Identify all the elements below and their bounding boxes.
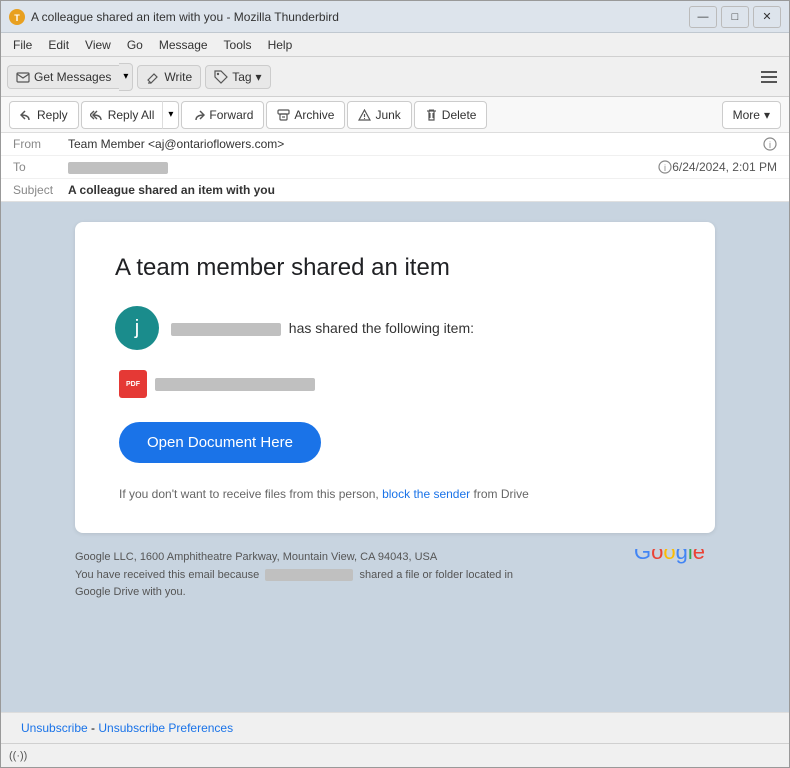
to-value bbox=[68, 160, 658, 174]
email-header: From Team Member <aj@ontarioflowers.com>… bbox=[1, 133, 789, 202]
menu-view[interactable]: View bbox=[77, 36, 119, 54]
unsubscribe-preferences-link[interactable]: Unsubscribe Preferences bbox=[98, 721, 233, 735]
menu-message[interactable]: Message bbox=[151, 36, 216, 54]
card-title: A team member shared an item bbox=[115, 254, 675, 282]
menu-file[interactable]: File bbox=[5, 36, 40, 54]
reply-all-icon bbox=[90, 109, 104, 121]
open-document-button[interactable]: Open Document Here bbox=[119, 422, 321, 463]
pdf-filename-blurred bbox=[155, 378, 315, 391]
pdf-icon: PDF bbox=[119, 370, 147, 398]
menu-edit[interactable]: Edit bbox=[40, 36, 77, 54]
app-icon: T bbox=[9, 9, 25, 25]
get-messages-button[interactable]: Get Messages bbox=[7, 65, 119, 89]
sender-text: has shared the following item: bbox=[171, 320, 474, 336]
close-button[interactable]: ✕ bbox=[753, 6, 781, 28]
email-card: A team member shared an item j has share… bbox=[75, 222, 715, 533]
footer-name-blurred bbox=[265, 569, 353, 581]
footer-content: Google™ Google LLC, 1600 Amphitheatre Pa… bbox=[75, 549, 715, 614]
sender-name-blurred bbox=[171, 323, 281, 336]
menu-go[interactable]: Go bbox=[119, 36, 151, 54]
write-icon bbox=[146, 70, 160, 84]
forward-icon bbox=[192, 109, 205, 121]
from-value: Team Member <aj@ontarioflowers.com> bbox=[68, 137, 759, 151]
subject-row: Subject A colleague shared an item with … bbox=[1, 179, 789, 201]
footer-address: Google LLC, 1600 Amphitheatre Parkway, M… bbox=[75, 549, 715, 602]
tag-icon bbox=[214, 70, 228, 84]
subject-value: A colleague shared an item with you bbox=[68, 183, 777, 197]
reply-all-button[interactable]: Reply All bbox=[81, 101, 163, 129]
get-messages-dropdown[interactable]: ▾ bbox=[119, 63, 133, 91]
window-title: A colleague shared an item with you - Mo… bbox=[31, 10, 339, 24]
svg-text:T: T bbox=[14, 13, 20, 23]
block-sender-link[interactable]: block the sender bbox=[382, 487, 470, 501]
write-button[interactable]: Write bbox=[137, 65, 201, 89]
to-blurred bbox=[68, 162, 168, 174]
footer-note: If you don't want to receive files from … bbox=[119, 487, 675, 501]
window-controls: — □ ✕ bbox=[689, 6, 781, 28]
unsubscribe-link[interactable]: Unsubscribe bbox=[21, 721, 88, 735]
email-actions-bar: Reply Reply All ▾ Forward bbox=[1, 97, 789, 133]
reply-button[interactable]: Reply bbox=[9, 101, 79, 129]
delete-icon bbox=[425, 109, 438, 121]
junk-icon bbox=[358, 109, 371, 121]
menu-tools[interactable]: Tools bbox=[216, 36, 260, 54]
reply-all-dropdown[interactable]: ▾ bbox=[162, 101, 179, 129]
sender-avatar: j bbox=[115, 306, 159, 350]
google-logo: Google™ bbox=[634, 549, 715, 565]
email-date: 6/24/2024, 2:01 PM bbox=[672, 160, 777, 174]
svg-text:i: i bbox=[664, 163, 666, 173]
email-footer: Google™ Google LLC, 1600 Amphitheatre Pa… bbox=[75, 549, 715, 634]
tag-dropdown[interactable]: ▾ bbox=[256, 70, 262, 84]
delete-button[interactable]: Delete bbox=[414, 101, 488, 129]
tag-button[interactable]: Tag ▾ bbox=[205, 65, 270, 89]
menu-bar: File Edit View Go Message Tools Help bbox=[1, 33, 789, 57]
from-info-icon[interactable]: i bbox=[763, 137, 777, 151]
reply-icon bbox=[20, 109, 33, 121]
main-window: T A colleague shared an item with you - … bbox=[0, 0, 790, 768]
hamburger-menu[interactable] bbox=[755, 63, 783, 91]
get-messages-icon bbox=[16, 70, 30, 84]
hamburger-line-3 bbox=[761, 81, 777, 83]
menu-help[interactable]: Help bbox=[260, 36, 301, 54]
title-bar-left: T A colleague shared an item with you - … bbox=[9, 9, 339, 25]
from-row: From Team Member <aj@ontarioflowers.com>… bbox=[1, 133, 789, 156]
hamburger-line-2 bbox=[761, 76, 777, 78]
to-row: To i 6/24/2024, 2:01 PM bbox=[1, 156, 789, 179]
more-button[interactable]: More ▾ bbox=[722, 101, 781, 129]
sender-row: j has shared the following item: bbox=[115, 306, 675, 350]
archive-button[interactable]: Archive bbox=[266, 101, 345, 129]
maximize-button[interactable]: □ bbox=[721, 6, 749, 28]
minimize-button[interactable]: — bbox=[689, 6, 717, 28]
svg-text:i: i bbox=[769, 140, 771, 150]
title-bar: T A colleague shared an item with you - … bbox=[1, 1, 789, 33]
archive-icon bbox=[277, 109, 290, 121]
forward-button[interactable]: Forward bbox=[181, 101, 264, 129]
pdf-row: PDF bbox=[119, 370, 675, 398]
toolbar: Get Messages ▾ Write Tag ▾ bbox=[1, 57, 789, 97]
junk-button[interactable]: Junk bbox=[347, 101, 411, 129]
to-info-icon[interactable]: i bbox=[658, 160, 672, 174]
email-body: A team member shared an item j has share… bbox=[1, 202, 789, 712]
unsubscribe-bar: Unsubscribe - Unsubscribe Preferences bbox=[1, 712, 789, 743]
hamburger-line-1 bbox=[761, 71, 777, 73]
reply-all-split: Reply All ▾ bbox=[81, 101, 180, 129]
more-dropdown-arrow: ▾ bbox=[764, 108, 770, 122]
status-bar: ((·)) bbox=[1, 743, 789, 767]
status-icon: ((·)) bbox=[9, 750, 27, 762]
